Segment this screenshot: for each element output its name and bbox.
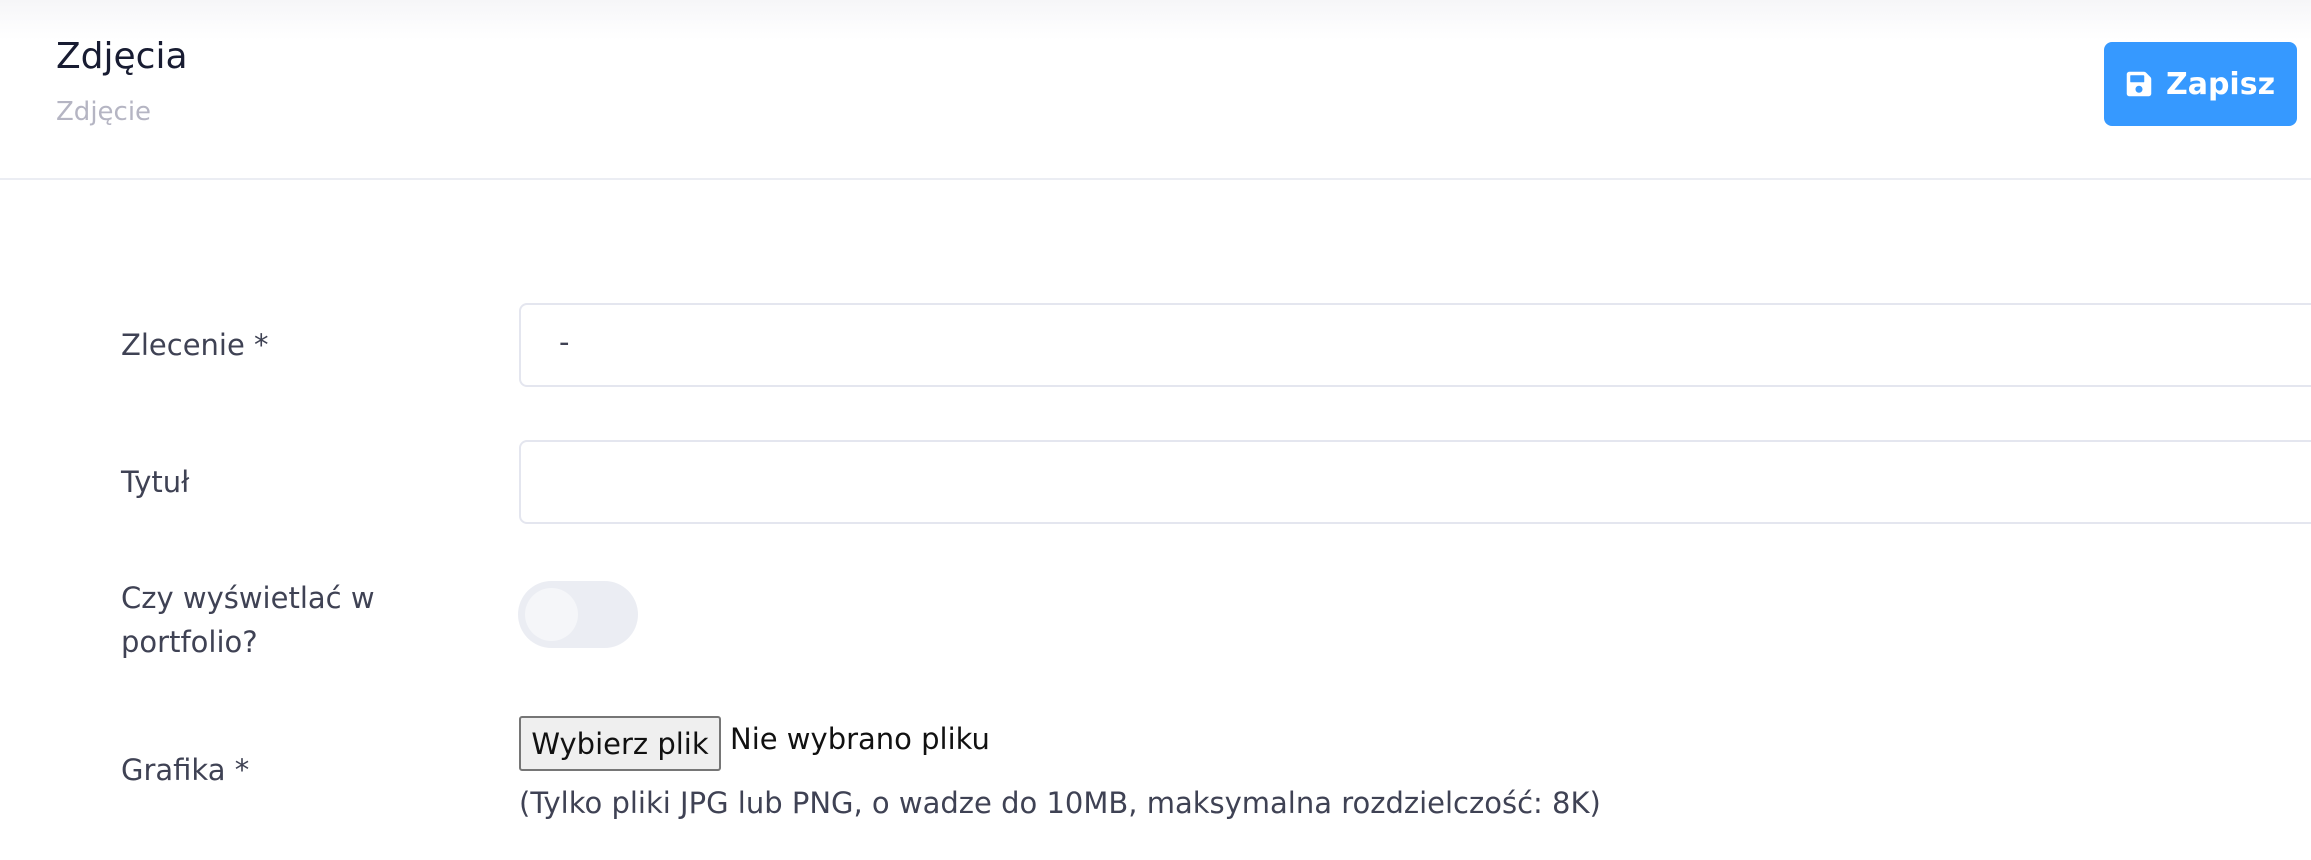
file-status: Nie wybrano pliku xyxy=(730,722,990,756)
order-label: Zlecenie * xyxy=(121,328,269,362)
order-select-value: - xyxy=(559,325,570,359)
portfolio-label: Czy wyświetlać w portfolio? xyxy=(121,576,375,664)
portfolio-label-line2: portfolio? xyxy=(121,625,258,659)
save-button[interactable]: Zapisz xyxy=(2104,42,2297,126)
toggle-knob xyxy=(525,588,578,641)
save-button-label: Zapisz xyxy=(2165,66,2276,102)
portfolio-label-line1: Czy wyświetlać w xyxy=(121,581,375,615)
title-label: Tytuł xyxy=(121,465,190,499)
portfolio-toggle[interactable] xyxy=(518,581,638,648)
page-title: Zdjęcia xyxy=(56,36,188,77)
graphic-label: Grafika * xyxy=(121,753,250,787)
order-select[interactable]: - xyxy=(519,303,2311,387)
save-icon xyxy=(2126,70,2152,98)
title-input[interactable] xyxy=(519,440,2311,524)
choose-file-button[interactable]: Wybierz plik xyxy=(519,716,721,771)
file-hint: (Tylko pliki JPG lub PNG, o wadze do 10M… xyxy=(519,786,1601,820)
page-subtitle: Zdjęcie xyxy=(56,97,152,127)
page-header: Zdjęcia Zdjęcie Zapisz xyxy=(0,0,2311,180)
